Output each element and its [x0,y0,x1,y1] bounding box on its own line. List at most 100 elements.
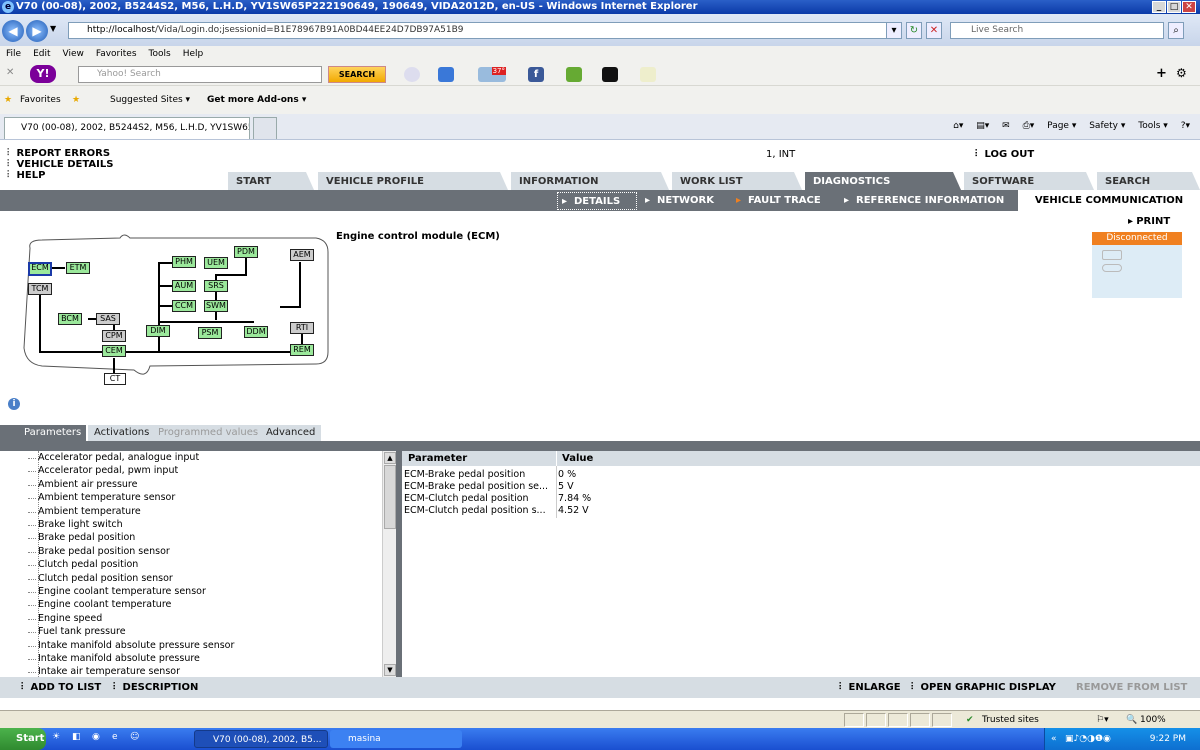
node-aum[interactable]: AUM [172,280,196,292]
logout-link[interactable]: LOG OUT [974,149,1035,160]
list-item[interactable]: Brake pedal position [27,531,135,544]
yahoo-search-button[interactable]: SEARCH [328,66,386,83]
list-item[interactable]: Intake air temperature sensor [28,665,180,677]
node-rti[interactable]: RTI [290,322,314,334]
refresh-icon[interactable]: ↻ [906,22,922,39]
tools-menu[interactable]: Tools ▾ [1138,121,1168,131]
list-item[interactable]: Ambient air pressure [27,478,137,491]
security-zone[interactable]: Trusted sites [982,711,1039,729]
table-row[interactable]: ECM-Brake pedal position se... 5 V [404,481,574,493]
subtab-fault-trace[interactable]: FAULT TRACE [732,192,821,210]
feeds-icon[interactable]: ▤▾ [976,121,989,131]
node-cpm[interactable]: CPM [102,330,126,342]
search-icon[interactable]: ⌕ [1168,22,1184,39]
list-item[interactable]: Engine coolant temperature sensor [28,585,206,598]
subtab-reference-information[interactable]: REFERENCE INFORMATION [840,192,1004,210]
tab-search[interactable]: SEARCH [1097,172,1200,190]
scroll-thumb[interactable] [384,465,396,529]
scroll-up-icon[interactable]: ▲ [384,452,396,464]
node-sas[interactable]: SAS [96,313,120,325]
suggested-sites-link[interactable]: Suggested Sites ▾ [110,86,190,114]
node-ecm[interactable]: ECM [28,262,52,276]
tab-advanced[interactable]: Advanced [260,425,322,441]
node-ct[interactable]: CT [104,373,126,385]
open-graphic-display-button[interactable]: OPEN GRAPHIC DISPLAY [910,677,1056,698]
list-item[interactable]: Accelerator pedal, pwm input [27,464,178,477]
table-row[interactable]: ECM-Clutch pedal position 7.84 % [404,493,591,505]
maximize-button[interactable]: □ [1167,1,1181,13]
messenger-icon[interactable] [404,67,420,82]
node-phm[interactable]: PHM [172,256,196,268]
subtab-details[interactable]: DETAILS [557,192,637,211]
list-item[interactable]: Ambient temperature [28,505,141,518]
weather-icon[interactable]: 37° [478,67,506,82]
page-menu[interactable]: Page ▾ [1047,121,1076,131]
node-ccm[interactable]: CCM [172,300,196,312]
favorites-button[interactable]: Favorites [20,86,61,114]
tab-diagnostics[interactable]: DIAGNOSTICS [805,172,961,190]
toolbar-close-icon[interactable]: ✕ [6,67,14,78]
firefox-icon[interactable]: ◉ [92,732,100,742]
tray-expand-icon[interactable]: « [1051,728,1057,750]
menu-edit[interactable]: Edit [33,49,50,59]
history-dropdown-icon[interactable]: ▼ [50,24,56,33]
add-icon[interactable]: + [1156,66,1167,81]
ebay-icon[interactable] [602,67,618,82]
list-item[interactable]: Brake pedal position sensor [28,545,170,558]
scroll-down-icon[interactable]: ▼ [384,664,396,676]
mail-icon[interactable] [438,67,454,82]
node-psm[interactable]: PSM [198,327,222,339]
facebook-icon[interactable]: f [528,67,544,82]
list-item[interactable]: Intake manifold absolute pressure [28,652,200,665]
menu-help[interactable]: Help [183,49,204,59]
tray-icons[interactable]: ▣♪◔◑❶◉ [1065,728,1111,750]
node-tcm[interactable]: TCM [28,283,52,295]
home-icon[interactable]: ⌂▾ [953,121,963,131]
description-button[interactable]: DESCRIPTION [112,677,199,698]
menu-view[interactable]: View [63,49,84,59]
parameter-list-scrollbar[interactable]: ▲ ▼ [382,451,396,677]
tab-activations[interactable]: Activations [88,425,156,441]
add-to-list-button[interactable]: ADD TO LIST [20,677,102,698]
list-item[interactable]: Engine coolant temperature [27,598,171,611]
tab-start[interactable]: START [228,172,314,190]
tab-parameters[interactable]: Parameters [0,425,86,441]
vehicle-details-link[interactable]: VEHICLE DETAILS [6,159,114,170]
taskbar-item-browser[interactable]: V70 (00-08), 2002, B5... [194,730,328,748]
protected-mode-icon[interactable]: ⚐▾ [1096,711,1109,729]
column-header-value[interactable]: Value [562,451,593,466]
forward-icon[interactable]: ▶ [26,20,48,42]
node-pdm[interactable]: PDM [234,246,258,258]
print-icon[interactable]: ⎙▾ [1023,121,1035,131]
start-button[interactable]: Start [0,728,46,750]
read-mail-icon[interactable]: ✉ [1002,121,1010,131]
enlarge-button[interactable]: ENLARGE [838,677,901,698]
list-item[interactable]: Intake manifold absolute pressure sensor [27,639,234,652]
taskbar-item-folder[interactable]: masina [330,730,462,748]
info-icon[interactable]: i [8,398,20,410]
close-button[interactable]: ✕ [1182,1,1196,13]
ie-quicklaunch-icon[interactable]: e [112,732,118,742]
node-ddm[interactable]: DDM [244,326,268,338]
menu-tools[interactable]: Tools [149,49,171,59]
notes-icon[interactable] [566,67,582,82]
node-rem[interactable]: REM [290,344,314,356]
live-search-input[interactable]: Live Search [950,22,1164,39]
list-item[interactable]: Brake light switch [28,518,123,531]
games-icon[interactable] [640,67,656,82]
node-aem[interactable]: AEM [290,249,314,261]
node-etm[interactable]: ETM [66,262,90,274]
gear-icon[interactable]: ⚙ [1176,66,1187,80]
stop-icon[interactable]: ✕ [926,22,942,39]
quicklaunch-icon[interactable]: ☀ [52,732,60,742]
table-row[interactable]: ECM-Brake pedal position 0 % [404,469,576,481]
tab-work-list[interactable]: WORK LIST [672,172,802,190]
yahoo-logo-icon[interactable]: Y! [30,65,56,83]
tab-vehicle-profile[interactable]: VEHICLE PROFILE [318,172,508,190]
tab-vehicle-communication[interactable]: VEHICLE COMMUNICATION [1018,190,1200,211]
subtab-network[interactable]: NETWORK [641,192,714,210]
list-item[interactable]: Accelerator pedal, analogue input [27,451,199,464]
address-dropdown-button[interactable]: ▾ [886,22,902,39]
list-item[interactable]: Fuel tank pressure [28,625,126,638]
table-row[interactable]: ECM-Clutch pedal position s... 4.52 V [404,505,589,517]
